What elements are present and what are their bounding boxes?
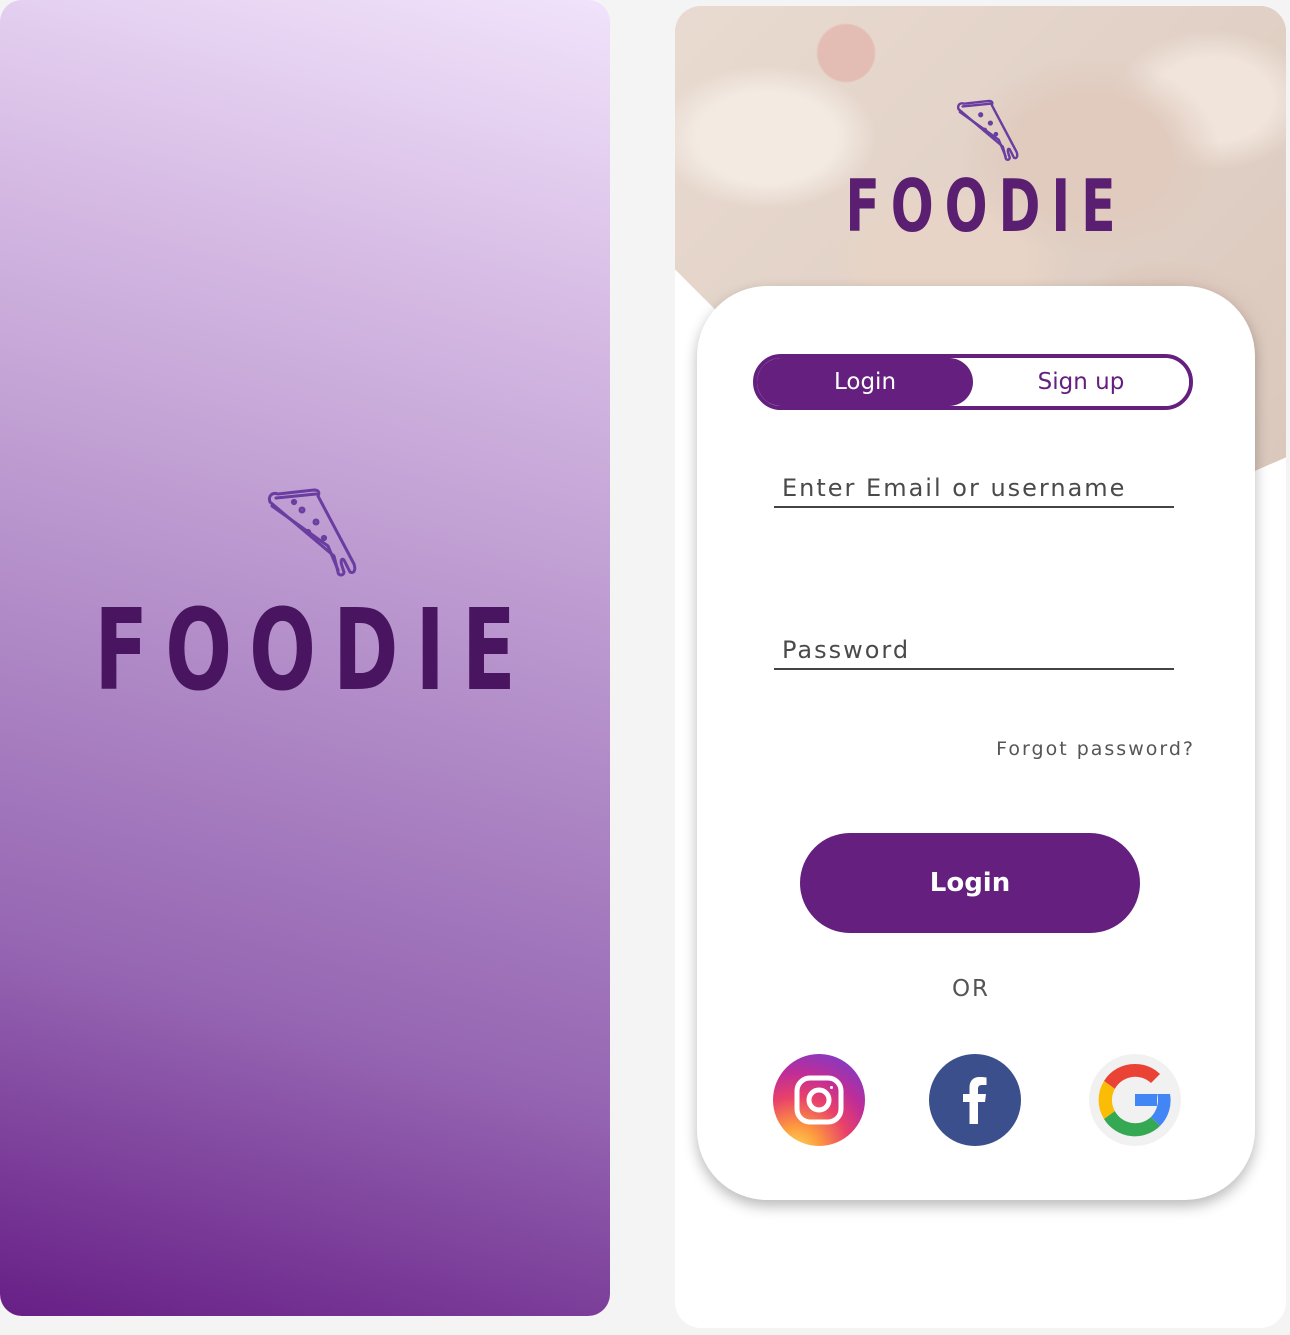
splash-brand-wordmark: FOODIE	[94, 586, 533, 716]
splash-screen: FOODIE	[0, 0, 610, 1316]
google-login-button[interactable]	[1089, 1054, 1181, 1146]
tab-signup[interactable]: Sign up	[973, 358, 1189, 406]
facebook-login-button[interactable]	[929, 1054, 1021, 1146]
auth-mode-toggle: Login Sign up	[753, 354, 1193, 410]
instagram-icon	[794, 1075, 844, 1125]
password-input[interactable]	[774, 636, 1174, 670]
pizza-slice-icon	[956, 99, 1019, 161]
pizza-slice-icon	[268, 488, 357, 577]
login-screen: FOODIE Login Sign up Forgot password? Lo…	[675, 6, 1286, 1328]
facebook-icon	[963, 1077, 987, 1124]
login-button[interactable]: Login	[800, 833, 1140, 933]
forgot-password-link[interactable]: Forgot password?	[996, 738, 1195, 760]
or-divider: OR	[951, 976, 991, 1002]
google-icon	[1098, 1063, 1171, 1137]
login-card: Login Sign up Forgot password? Login OR	[697, 286, 1255, 1200]
instagram-login-button[interactable]	[773, 1054, 865, 1146]
login-brand-wordmark: FOODIE	[845, 164, 1127, 248]
email-input[interactable]	[774, 474, 1174, 508]
tab-login[interactable]: Login	[757, 358, 973, 406]
